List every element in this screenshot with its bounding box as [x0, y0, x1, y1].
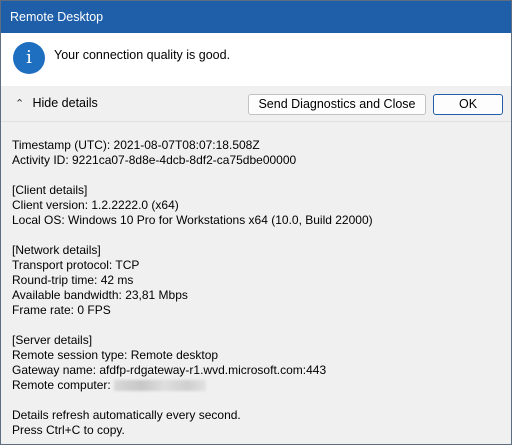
chevron-up-icon: ⌃ [15, 98, 25, 110]
title-bar[interactable]: Remote Desktop [1, 1, 511, 33]
remote-computer-label: Remote computer: [12, 378, 115, 392]
connection-quality-message: Your connection quality is good. [54, 48, 231, 62]
transport-protocol-line: Transport protocol: TCP [12, 258, 140, 272]
timestamp-line: Timestamp (UTC): 2021-08-07T08:07:18.508… [12, 138, 260, 152]
activity-id-line: Activity ID: 9221ca07-8d8e-4dcb-8df2-ca7… [12, 153, 297, 167]
info-icon: i [13, 42, 45, 74]
local-os-line: Local OS: Windows 10 Pro for Workstation… [12, 213, 373, 227]
session-type-line: Remote session type: Remote desktop [12, 348, 219, 362]
hide-details-toggle[interactable]: ⌃ Hide details [15, 96, 98, 110]
redacted-computer-name [114, 380, 207, 392]
client-version-line: Client version: 1.2.2222.0 (x64) [12, 198, 179, 212]
details-panel[interactable]: Timestamp (UTC): 2021-08-07T08:07:18.508… [1, 122, 511, 444]
client-details-header: [Client details] [12, 183, 88, 197]
message-area: i Your connection quality is good. [1, 33, 511, 86]
gateway-line: Gateway name: afdfp-rdgateway-r1.wvd.mic… [12, 363, 327, 377]
copy-note: Press Ctrl+C to copy. [12, 423, 125, 437]
bandwidth-line: Available bandwidth: 23,81 Mbps [12, 288, 188, 302]
round-trip-time-line: Round-trip time: 42 ms [12, 273, 134, 287]
button-row: ⌃ Hide details Send Diagnostics and Clos… [1, 86, 511, 122]
network-details-header: [Network details] [12, 243, 101, 257]
hide-details-label: Hide details [32, 96, 98, 110]
refresh-note: Details refresh automatically every seco… [12, 408, 241, 422]
server-details-header: [Server details] [12, 333, 93, 347]
frame-rate-line: Frame rate: 0 FPS [12, 303, 111, 317]
send-diagnostics-button[interactable]: Send Diagnostics and Close [248, 94, 426, 115]
ok-button[interactable]: OK [433, 94, 503, 115]
details-text: Timestamp (UTC): 2021-08-07T08:07:18.508… [12, 138, 373, 438]
remote-desktop-dialog: Remote Desktop i Your connection quality… [0, 0, 512, 445]
remote-computer-line: Remote computer: [12, 378, 373, 393]
window-title: Remote Desktop [10, 10, 104, 24]
